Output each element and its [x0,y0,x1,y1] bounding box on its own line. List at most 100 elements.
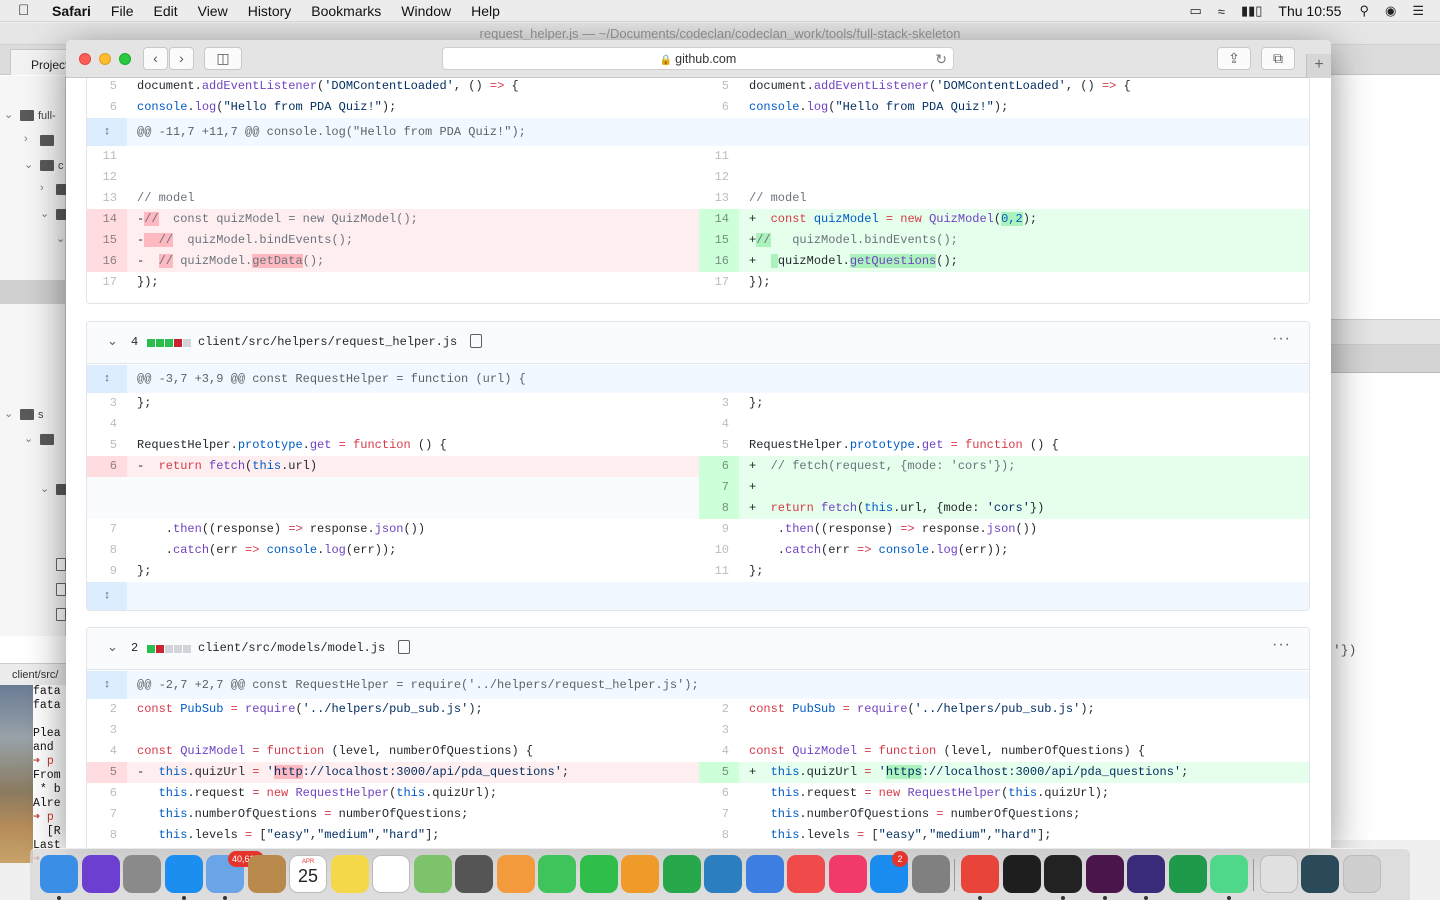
chevron-down-icon[interactable]: ⌄ [24,432,33,445]
expand-icon[interactable]: ↕ [87,118,127,146]
line-number-left[interactable]: 3 [87,393,127,414]
chevron-right-icon[interactable]: › [24,133,28,145]
close-window-button[interactable] [79,53,91,65]
tree-item[interactable]: ⌄ s [0,403,66,427]
line-number-left[interactable]: 12 [87,167,127,188]
terminal-icon[interactable] [1044,855,1082,893]
chevron-down-icon[interactable]: ⌄ [4,407,13,420]
back-button[interactable]: ‹ [143,47,168,70]
menu-view[interactable]: View [198,3,228,19]
tree-item[interactable]: . [0,553,77,577]
line-number-left[interactable]: 13 [87,188,127,209]
address-bar[interactable]: 🔒 github.com ↻ [442,47,954,70]
tree-item[interactable]: ⌄ full- [0,104,66,128]
chrome-icon[interactable] [961,855,999,893]
line-number-left[interactable]: 5 [87,78,127,97]
line-number-right[interactable]: 3 [699,393,739,414]
line-number-left[interactable]: 6 [87,97,127,118]
line-number-right[interactable]: 6 [699,97,739,118]
messages-icon[interactable] [538,855,576,893]
tree-item[interactable]: ⌄ [0,203,70,227]
file-path[interactable]: client/src/models/model.js [198,641,385,655]
airplay-icon[interactable]: ▭ [1190,3,1202,19]
line-number-left[interactable]: 5 [87,762,127,783]
tree-item[interactable]: › [0,178,70,202]
line-number-left[interactable]: 4 [87,414,127,435]
numbers-icon[interactable] [662,855,701,893]
terminal-tab[interactable]: client/src/ [0,663,66,685]
new-tab-button[interactable]: + [1306,54,1331,78]
tree-item[interactable]: › [0,129,66,153]
menu-edit[interactable]: Edit [153,3,177,19]
notes-icon[interactable] [330,855,369,893]
line-number-left[interactable]: 14 [87,209,127,230]
line-number-right[interactable]: 5 [699,762,739,783]
line-number-left[interactable]: 17 [87,272,127,293]
screen-stack-icon[interactable] [1301,855,1339,893]
copy-path-icon[interactable] [470,334,482,348]
line-number-left[interactable]: 6 [87,456,127,477]
tree-item[interactable]: . [0,578,77,602]
calendar-icon[interactable]: APR 25 [289,855,327,893]
line-number-right[interactable]: 2 [699,699,739,720]
line-number-right[interactable]: 12 [699,167,739,188]
line-number-right[interactable]: 3 [699,720,739,741]
line-number-left[interactable]: 6 [87,783,127,804]
facetime-icon[interactable] [579,855,618,893]
activity-monitor-icon[interactable] [1002,855,1041,893]
zoom-window-button[interactable] [119,53,131,65]
tab-project[interactable]: Project [10,49,74,75]
line-number-right[interactable]: 16 [699,251,739,272]
file-path[interactable]: client/src/helpers/request_helper.js [198,335,457,349]
line-number-right[interactable]: 4 [699,741,739,762]
tree-item[interactable]: ⌄ [0,478,70,502]
nightowl-icon[interactable] [1127,855,1165,893]
trash-icon[interactable] [1342,855,1381,893]
line-number-right[interactable]: 6 [699,456,739,477]
line-number-right[interactable]: 6 [699,783,739,804]
notification-center-icon[interactable]: ☰ [1412,3,1424,19]
expand-icon[interactable]: ↕ [87,365,127,393]
line-number-left[interactable]: 8 [87,825,127,846]
forward-button[interactable]: › [169,47,194,70]
line-number-right[interactable]: 10 [699,540,739,561]
line-number-right[interactable]: 13 [699,188,739,209]
chevron-down-icon[interactable]: ⌄ [56,232,65,245]
tree-item[interactable]: ⌄ c [0,154,66,178]
tree-item[interactable]: ⌄ [0,428,66,452]
line-number-left[interactable]: 7 [87,804,127,825]
line-number-left[interactable]: 7 [87,519,127,540]
calculator-icon[interactable] [455,855,493,893]
battery-icon[interactable]: ▮▮▯ [1241,3,1262,19]
slack-icon[interactable] [1085,855,1124,893]
atom-icon[interactable] [1210,855,1248,893]
reminders-icon[interactable] [372,855,410,893]
expand-icon[interactable]: ↕ [87,582,127,610]
notefile-icon[interactable] [247,855,286,893]
line-number-right[interactable]: 11 [699,561,739,582]
line-number-right[interactable]: 8 [699,498,739,519]
keynote-icon[interactable] [745,855,784,893]
line-number-left[interactable]: 16 [87,251,127,272]
more-options-icon[interactable]: ··· [1272,636,1291,654]
share-button[interactable]: ⇪ [1217,47,1251,70]
downloads-stack-icon[interactable] [1259,855,1298,893]
apple-menu-icon[interactable]:  [18,2,38,19]
reload-icon[interactable]: ↻ [935,48,947,70]
chevron-right-icon[interactable]: › [40,182,44,194]
photos-icon[interactable] [496,855,535,893]
menu-bookmarks[interactable]: Bookmarks [311,3,381,19]
line-number-left[interactable]: 2 [87,699,127,720]
line-number-right[interactable]: 7 [699,477,739,498]
editor-tab-active[interactable] [1330,345,1440,373]
pages-icon[interactable] [621,855,659,893]
chevron-down-icon[interactable]: ⌄ [107,333,118,349]
line-number-right[interactable]: 15 [699,230,739,251]
chevron-down-icon[interactable]: ⌄ [107,639,118,655]
maps-icon[interactable] [413,855,452,893]
wifi-icon[interactable]: ≈ [1218,4,1225,19]
siri-icon[interactable] [81,855,120,893]
menu-window[interactable]: Window [401,3,451,19]
tab-overview-button[interactable]: ⧉ [1261,47,1295,70]
chevron-down-icon[interactable]: ⌄ [24,158,33,171]
